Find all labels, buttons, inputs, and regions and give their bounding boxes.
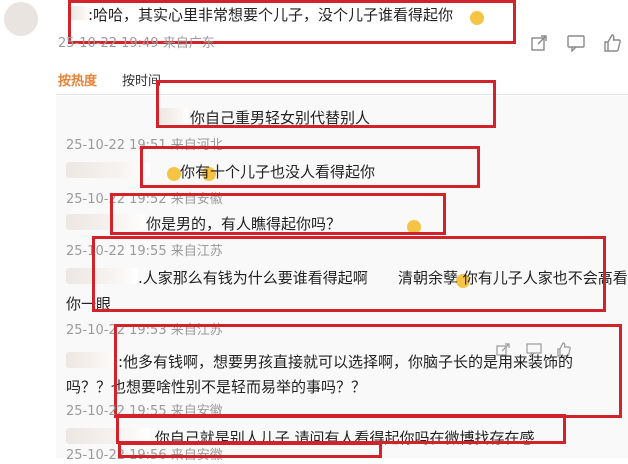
username-redacted	[66, 162, 150, 178]
main-comment-meta: 25-10-22 19:49 来自广东	[58, 36, 215, 51]
username-redacted	[66, 352, 118, 368]
highlight-box	[92, 236, 606, 312]
comment-icon[interactable]	[566, 34, 586, 52]
share-icon[interactable]	[530, 34, 548, 52]
highlight-box	[140, 146, 480, 188]
highlight-box	[116, 414, 566, 444]
highlight-box	[110, 193, 446, 235]
highlight-box	[156, 80, 496, 128]
avatar[interactable]	[4, 2, 38, 36]
highlight-box	[118, 442, 382, 458]
tab-sort-hot[interactable]: 按热度	[58, 74, 97, 90]
like-icon[interactable]	[602, 33, 622, 53]
